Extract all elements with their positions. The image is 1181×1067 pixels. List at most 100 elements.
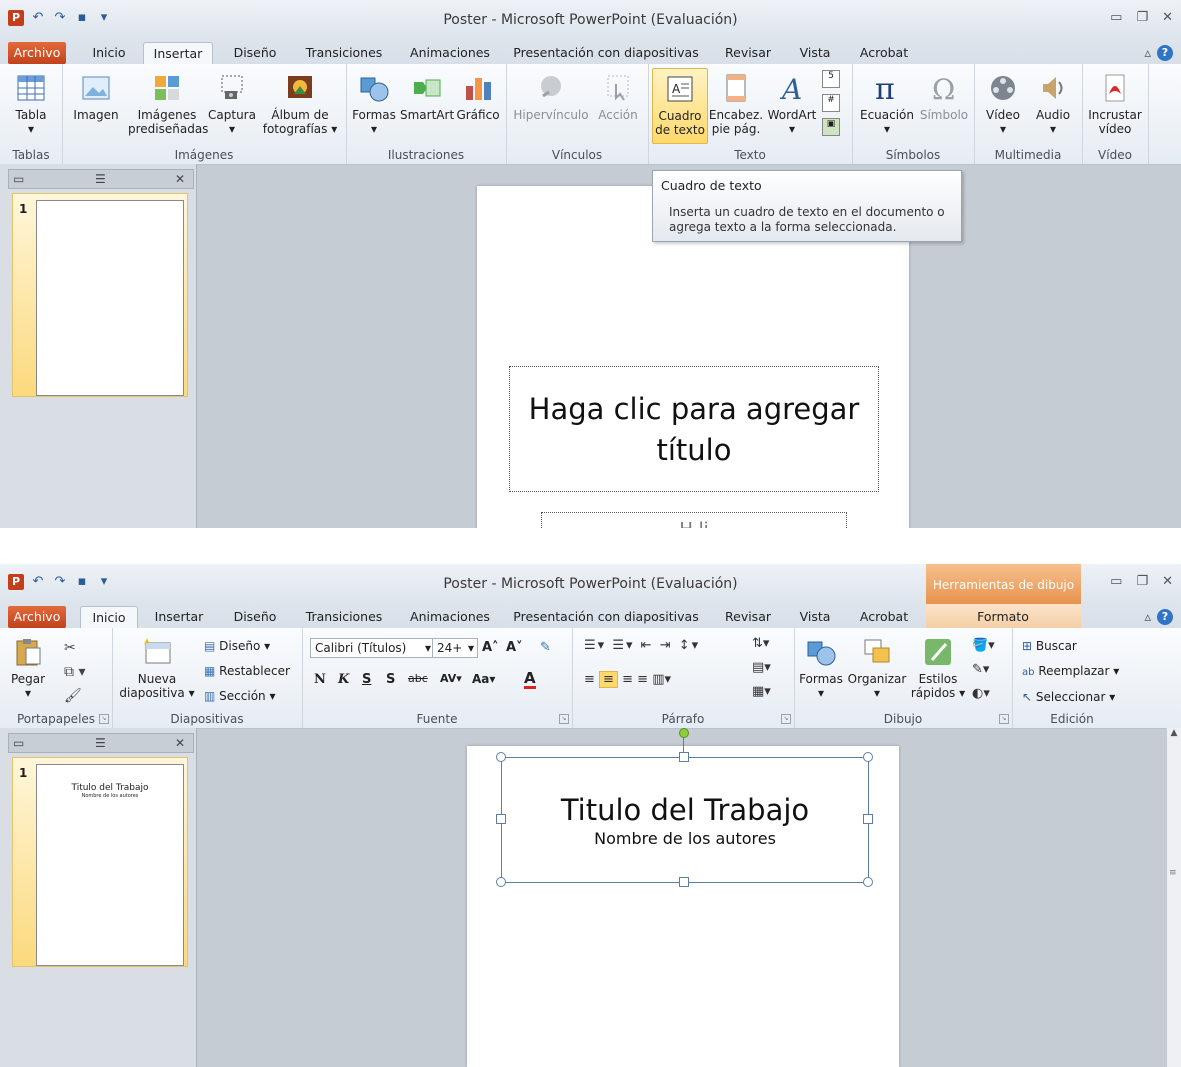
line-spacing-icon[interactable]: ↕▾ <box>679 638 700 653</box>
tab-archivo[interactable]: Archivo <box>8 606 66 628</box>
tab-revisar[interactable]: Revisar <box>716 42 780 64</box>
tab-acrobat[interactable]: Acrobat <box>850 42 918 64</box>
imagen-button[interactable]: Imagen <box>68 72 124 122</box>
clear-format-icon[interactable]: ✎ <box>540 640 551 655</box>
grow-font-icon[interactable]: A˄ <box>482 640 499 655</box>
nueva-diapositiva-button[interactable]: Nueva diapositiva ▾ <box>118 636 196 700</box>
slide-thumbnail-selected[interactable]: 1 <box>12 193 188 397</box>
format-painter-icon[interactable]: 🖌 <box>64 684 94 708</box>
slide-number-icon[interactable]: # <box>822 94 840 112</box>
audio-button[interactable]: Audio ▾ <box>1028 72 1078 136</box>
resize-handle-nw[interactable] <box>496 752 506 762</box>
tab-transiciones[interactable]: Transiciones <box>298 42 390 64</box>
reemplazar-button[interactable]: ab Reemplazar ▾ <box>1022 659 1119 685</box>
convert-smartart-icon[interactable]: ▦▾ <box>752 680 771 704</box>
shape-effects-icon[interactable]: ◐▾ <box>972 682 995 706</box>
resize-handle-w[interactable] <box>496 814 506 824</box>
outline-tab-icon[interactable]: ☰ <box>95 734 106 752</box>
album-button[interactable]: Álbum de fotografías ▾ <box>260 72 340 136</box>
tab-inicio[interactable]: Inicio <box>80 606 138 629</box>
captura-button[interactable]: Captura ▾ <box>206 72 258 136</box>
wordart-button[interactable]: A WordArt ▾ <box>766 72 818 136</box>
simbolo-button[interactable]: Ω Símbolo <box>918 72 970 122</box>
resize-handle-sw[interactable] <box>496 877 506 887</box>
scroll-grip-icon[interactable]: ≡ <box>1169 868 1177 878</box>
resize-handle-ne[interactable] <box>863 752 873 762</box>
imagenes-prediseñadas-button[interactable]: Imágenes prediseñadas <box>128 72 208 136</box>
tab-vista[interactable]: Vista <box>790 42 840 64</box>
columns-icon[interactable]: ▥▾ <box>652 672 671 687</box>
tab-animaciones[interactable]: Animaciones <box>402 42 498 64</box>
decrease-indent-icon[interactable]: ⇤ <box>641 638 654 653</box>
scroll-up-icon[interactable]: ▲ <box>1167 728 1181 738</box>
close-panel-icon[interactable]: ✕ <box>175 170 185 188</box>
shape-fill-icon[interactable]: 🪣▾ <box>972 634 995 658</box>
tab-presentacion[interactable]: Presentación con diapositivas <box>508 42 704 64</box>
align-text-icon[interactable]: ▤▾ <box>752 656 771 680</box>
minimize-ribbon-icon[interactable]: ▵ <box>1144 610 1151 625</box>
close-panel-icon[interactable]: ✕ <box>175 734 185 752</box>
resize-handle-s[interactable] <box>679 877 689 887</box>
slide-thumbnail-selected[interactable]: 1 Titulo del Trabajo Nombre de los autor… <box>12 757 188 967</box>
tabla-button[interactable]: Tabla ▾ <box>6 72 56 136</box>
section-button[interactable]: ▥ Sección ▾ <box>204 684 290 709</box>
tab-animaciones[interactable]: Animaciones <box>402 606 498 628</box>
cut-icon[interactable]: ✂ <box>64 636 94 660</box>
formas-button[interactable]: Formas ▾ <box>350 72 398 136</box>
pegar-button[interactable]: Pegar ▾ <box>6 636 50 700</box>
vertical-scrollbar[interactable]: ▲ ≡ <box>1166 728 1181 1067</box>
outline-tab-icon[interactable]: ☰ <box>95 170 106 188</box>
subtitle-placeholder[interactable]: H li <box>541 512 847 528</box>
resize-handle-e[interactable] <box>863 814 873 824</box>
help-icon[interactable]: ? <box>1157 609 1173 625</box>
tab-archivo[interactable]: Archivo <box>8 42 66 64</box>
video-button[interactable]: Vídeo ▾ <box>978 72 1028 136</box>
underline-icon[interactable]: S <box>362 672 371 687</box>
align-left-icon[interactable]: ≡ <box>584 672 595 687</box>
tab-insertar[interactable]: Insertar <box>146 606 212 628</box>
resize-handle-n[interactable] <box>679 752 689 762</box>
tab-acrobat[interactable]: Acrobat <box>850 606 918 628</box>
close-icon[interactable]: ✕ <box>1162 574 1173 589</box>
change-case-icon[interactable]: Aa▾ <box>472 672 495 686</box>
selected-text-box[interactable]: Titulo del Trabajo Nombre de los autores <box>501 757 869 883</box>
layout-button[interactable]: ▤ Diseño ▾ <box>204 634 290 659</box>
numbering-icon[interactable]: ☰▾ <box>612 638 634 653</box>
align-right-icon[interactable]: ≡ <box>622 672 633 687</box>
tab-insertar[interactable]: Insertar <box>143 42 213 65</box>
copy-icon[interactable]: ⧉ ▾ <box>64 660 94 684</box>
date-time-icon[interactable]: 5 <box>822 70 840 88</box>
italic-icon[interactable]: K <box>338 672 349 687</box>
font-color-icon[interactable]: A <box>524 670 536 689</box>
align-center-icon[interactable]: ≡ <box>599 671 618 688</box>
tab-transiciones[interactable]: Transiciones <box>298 606 390 628</box>
font-name-select[interactable]: Calibri (Títulos) ▾ <box>310 638 436 658</box>
tab-diseno[interactable]: Diseño <box>222 606 288 628</box>
encabezado-button[interactable]: Encabez. pie pág. <box>708 72 764 136</box>
char-spacing-icon[interactable]: AV▾ <box>440 672 462 685</box>
shape-outline-icon[interactable]: ✎▾ <box>972 658 995 682</box>
bold-icon[interactable]: N <box>314 672 326 687</box>
organizar-button[interactable]: Organizar ▾ <box>846 636 908 700</box>
font-launcher-icon[interactable]: ↘ <box>559 714 569 724</box>
slides-tab-icon[interactable]: ▭ <box>13 170 24 188</box>
resize-handle-se[interactable] <box>863 877 873 887</box>
smartart-button[interactable]: SmartArt <box>400 72 454 122</box>
shrink-font-icon[interactable]: A˅ <box>506 640 523 655</box>
grafico-button[interactable]: Gráfico <box>454 72 502 122</box>
slides-tab-icon[interactable]: ▭ <box>13 734 24 752</box>
incrustar-video-button[interactable]: Incrustar vídeo <box>1086 72 1144 136</box>
text-direction-icon[interactable]: ⇅▾ <box>752 632 771 656</box>
buscar-button[interactable]: ⊞ Buscar <box>1022 634 1119 659</box>
accion-button[interactable]: Acción <box>594 72 642 122</box>
minimize-icon[interactable]: ▭ <box>1110 574 1122 589</box>
minimize-icon[interactable]: ▭ <box>1110 10 1122 25</box>
clipboard-launcher-icon[interactable]: ↘ <box>99 714 109 724</box>
bullets-icon[interactable]: ☰▾ <box>584 638 606 653</box>
close-icon[interactable]: ✕ <box>1162 10 1173 25</box>
formas-button[interactable]: Formas ▾ <box>796 636 846 700</box>
tab-presentacion[interactable]: Presentación con diapositivas <box>508 606 704 628</box>
paragraph-launcher-icon[interactable]: ↘ <box>781 714 791 724</box>
slide-thumbnail[interactable] <box>36 200 184 396</box>
tab-revisar[interactable]: Revisar <box>716 606 780 628</box>
